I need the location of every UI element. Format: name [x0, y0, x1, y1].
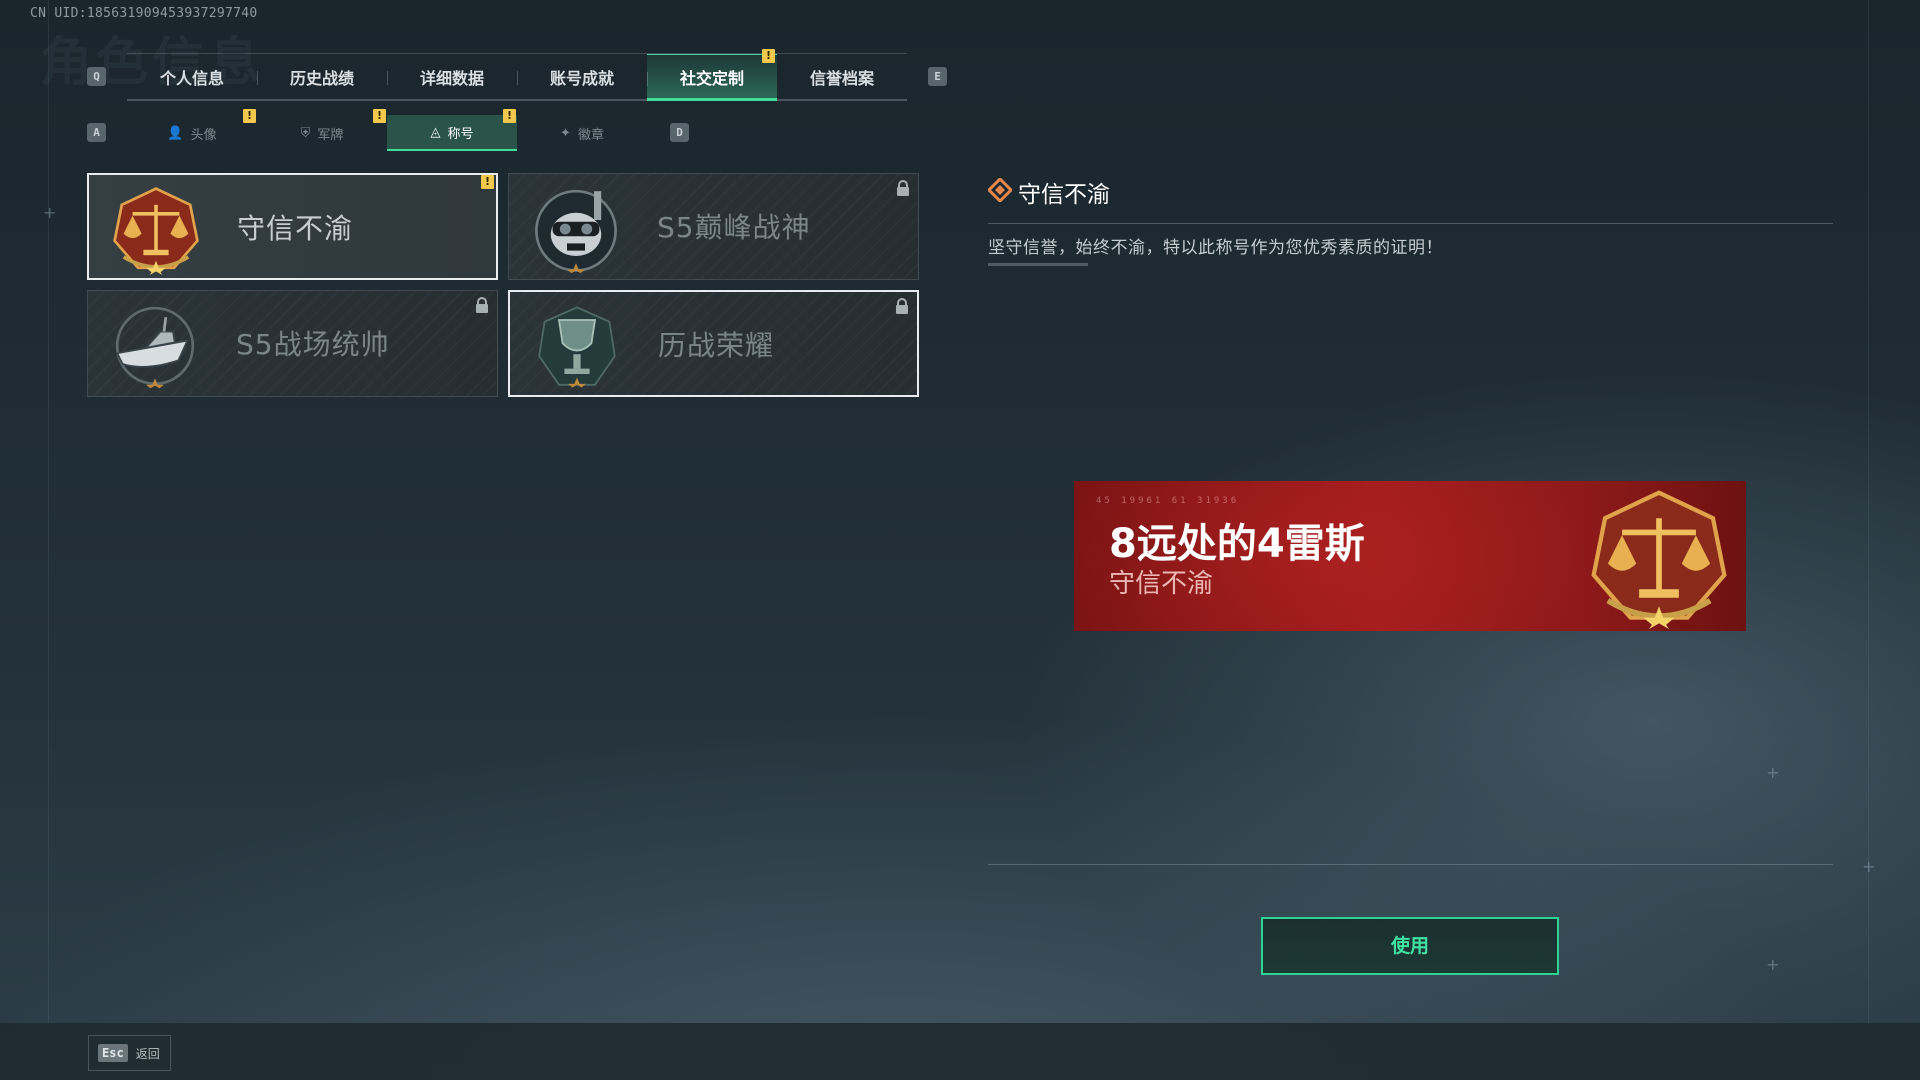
scales-emblem-icon [1591, 490, 1727, 629]
main-tabs: 个人信息 历史战绩 详细数据 账号成就 社交定制 信誉档案 [127, 53, 907, 101]
tab-detailed-data[interactable]: 详细数据 [387, 54, 517, 99]
skull-diver-emblem-icon [535, 189, 617, 274]
tab-personal-info[interactable]: 个人信息 [127, 54, 257, 99]
subtab-title[interactable]: ◬ 称号 [387, 115, 517, 151]
boat-emblem-icon [115, 306, 195, 389]
subtab-alert-badge: ! [243, 109, 256, 123]
use-button[interactable]: 使用 [1261, 917, 1559, 975]
detail-description: 坚守信誉，始终不渝，特以此称号作为您优秀素质的证明！ [988, 238, 1443, 258]
card-title: 守信不渝 [237, 212, 354, 245]
sub-tabs: 👤 头像 ⛨ 军牌 ◬ 称号 ✦ 徽章 [127, 115, 647, 151]
detail-bottom-line [988, 864, 1833, 865]
lock-icon [896, 298, 908, 314]
subtab-dogtag[interactable]: ⛨ 军牌 [257, 115, 387, 151]
dogtag-icon: ⛨ [300, 125, 311, 141]
title-card[interactable]: 历战荣耀 [508, 290, 919, 397]
tab-credit-record[interactable]: 信誉档案 [777, 54, 907, 99]
person-icon: 👤 [167, 125, 184, 141]
plus-icon: + [1862, 857, 1876, 876]
title-card[interactable]: S5巅峰战神 [508, 173, 919, 280]
tab-social-custom[interactable]: 社交定制 [647, 54, 777, 101]
plus-icon: + [1766, 955, 1780, 974]
badge-icon: ✦ [560, 125, 571, 141]
diamond-icon [988, 178, 1012, 202]
detail-divider [988, 223, 1833, 224]
title-banner-preview: 45 19961 61 31936 8远处的4雷斯 守信不渝 [1074, 481, 1746, 631]
tab-alert-badge: ! [762, 49, 775, 63]
subtab-badge[interactable]: ✦ 徽章 [517, 115, 647, 151]
subtab-label: 头像 [190, 127, 217, 143]
lock-icon [476, 297, 488, 313]
card-title: 历战荣耀 [658, 329, 775, 362]
back-label: 返回 [135, 1046, 160, 1061]
banner-code: 45 19961 61 31936 [1096, 496, 1240, 506]
prev-subtab-key[interactable]: A [87, 123, 106, 142]
subtab-label: 军牌 [317, 127, 344, 143]
tab-achievements[interactable]: 账号成就 [517, 54, 647, 99]
prev-tab-key[interactable]: Q [87, 67, 106, 86]
scales-emblem-icon [113, 187, 199, 275]
title-icon: ◬ [430, 124, 441, 140]
banner-player-name: 8远处的4雷斯 [1109, 521, 1365, 567]
back-button[interactable]: Esc 返回 [88, 1035, 171, 1071]
uid-label: CN UID:1856319094539372977​40 [30, 6, 258, 21]
card-title: S5战场统帅 [236, 328, 390, 361]
plus-icon: + [1766, 763, 1780, 782]
banner-title: 守信不渝 [1109, 569, 1214, 599]
next-tab-key[interactable]: E [928, 67, 947, 86]
detail-decoration [988, 263, 1088, 266]
title-card[interactable]: S5战场统帅 [87, 290, 498, 397]
plus-icon: + [43, 203, 57, 222]
subtab-label: 称号 [447, 126, 474, 142]
card-title: S5巅峰战神 [657, 211, 811, 244]
frame-line [48, 0, 49, 1023]
lock-icon [897, 180, 909, 196]
tab-history[interactable]: 历史战绩 [257, 54, 387, 99]
card-alert-badge: ! [481, 175, 494, 189]
trophy-emblem-icon [538, 306, 616, 388]
detail-title: 守信不渝 [1018, 182, 1110, 208]
title-card[interactable]: 守信不渝 ! [87, 173, 498, 280]
subtab-alert-badge: ! [373, 109, 386, 123]
next-subtab-key[interactable]: D [670, 123, 689, 142]
subtab-avatar[interactable]: 👤 头像 [127, 115, 257, 151]
esc-key: Esc [98, 1044, 128, 1062]
footer-bar [0, 1023, 1920, 1080]
subtab-label: 徽章 [577, 127, 604, 143]
subtab-alert-badge: ! [503, 109, 516, 123]
